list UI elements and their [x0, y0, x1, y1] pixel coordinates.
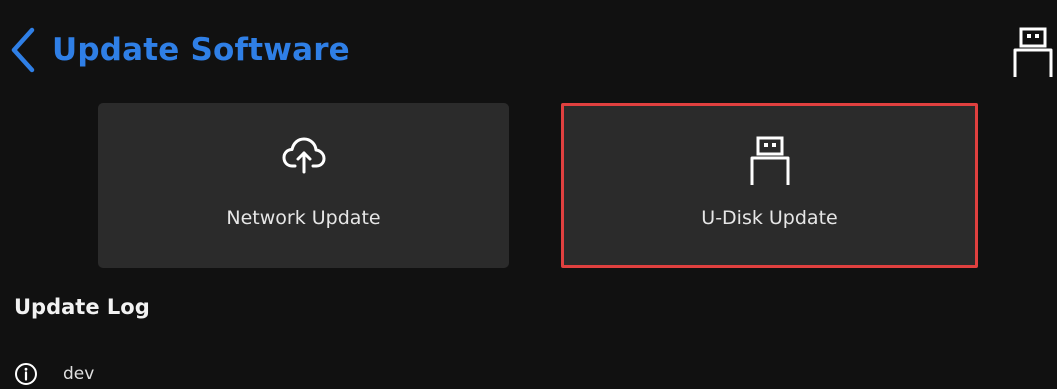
top-bar: Update Software: [0, 0, 1057, 96]
u-disk-update-label: U-Disk Update: [701, 207, 838, 229]
chevron-left-icon: [11, 27, 35, 73]
cloud-upload-icon: [282, 137, 325, 174]
u-disk-update-button[interactable]: U-Disk Update: [561, 103, 978, 268]
network-update-label: Network Update: [226, 207, 381, 229]
update-software-screen: Update Software Network Update U-Disk Up…: [0, 0, 1057, 389]
usb-drive-icon: [1013, 27, 1053, 77]
back-button[interactable]: Update Software: [8, 24, 350, 76]
update-log-title: Update Log: [14, 295, 150, 319]
page-title: Update Software: [52, 32, 350, 68]
usb-drive-icon: [750, 136, 789, 185]
log-entry-text: dev: [63, 364, 95, 384]
log-entry: dev: [14, 360, 94, 388]
info-icon: [15, 363, 37, 385]
network-update-button[interactable]: Network Update: [98, 103, 509, 268]
